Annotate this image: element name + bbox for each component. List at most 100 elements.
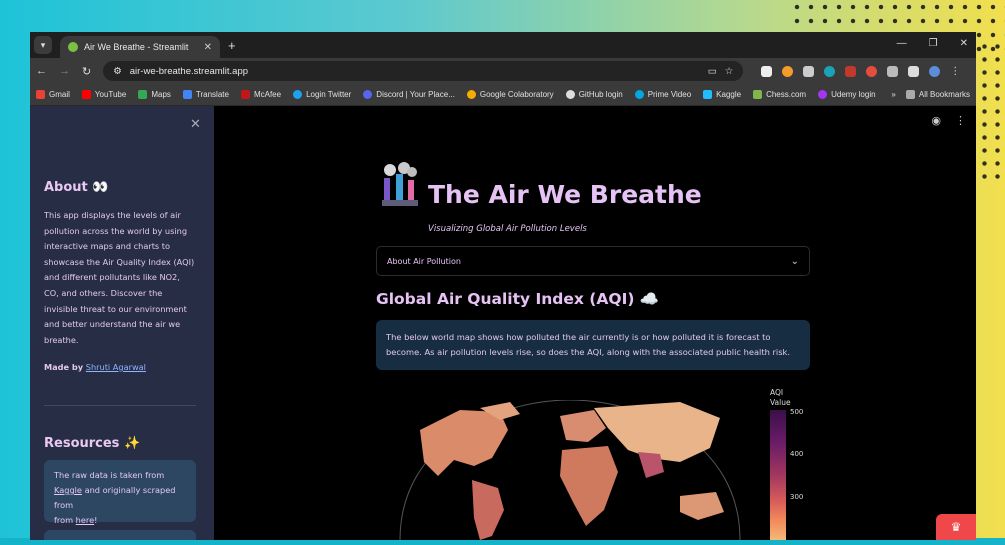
bookmark-chess[interactable]: Chess.com [753, 90, 806, 99]
about-heading: About 👀 [44, 180, 109, 195]
maps-icon [138, 90, 148, 99]
legend-title: AQI Value [770, 388, 791, 407]
github-icon[interactable]: ◉ [931, 114, 941, 127]
app-title: The Air We Breathe [428, 180, 702, 209]
minimize-icon[interactable]: — [897, 38, 907, 49]
twitter-icon [293, 90, 303, 99]
aqi-world-map[interactable] [380, 400, 760, 540]
made-by-label: Made by [44, 362, 84, 372]
factory-logo-icon [382, 162, 418, 206]
forward-icon[interactable]: → [59, 65, 70, 77]
made-by: Made by Shruti Agarwal [44, 362, 146, 372]
extension-icon[interactable] [761, 65, 773, 77]
kaggle-link[interactable]: Kaggle [54, 485, 82, 495]
author-link[interactable]: Shruti Agarwal [86, 362, 146, 372]
resources-card: The raw data is taken from Kaggle and or… [44, 460, 196, 525]
bookmark-youtube[interactable]: YouTube [81, 90, 126, 99]
here-link[interactable]: here [76, 515, 94, 525]
bookmark-star-icon[interactable]: ☆ [725, 66, 734, 77]
aqi-colorbar [770, 410, 786, 540]
browser-toolbar: ← → ↻ ⚙ air-we-breathe.streamlit.app ▭ ☆… [30, 58, 976, 84]
close-window-icon[interactable]: ✕ [960, 38, 968, 49]
window-controls: — ❐ ✕ [897, 38, 968, 49]
extension-icon[interactable] [824, 65, 836, 77]
extension-icon[interactable] [782, 65, 794, 77]
all-bookmarks-folder[interactable]: All Bookmarks [905, 90, 970, 99]
chevron-down-icon: ⌄ [790, 255, 799, 267]
bookmark-github[interactable]: GitHub login [565, 90, 623, 99]
map-region-north-america [420, 410, 508, 476]
aqi-section-title: Global Air Quality Index (AQI) ☁️ [376, 290, 660, 308]
streamlit-app: ✕ About 👀 This app displays the levels o… [30, 106, 976, 540]
crown-icon: ♛ [950, 520, 962, 534]
site-info-icon[interactable]: ⚙ [113, 66, 122, 77]
bookmark-twitter[interactable]: Login Twitter [293, 90, 351, 99]
map-region-asia [594, 402, 720, 462]
bookmarks-right: » All Bookmarks [891, 90, 970, 99]
map-region-south-america [472, 480, 504, 540]
bookmark-discord[interactable]: Discord | Your Place... [363, 90, 455, 99]
colab-icon [466, 90, 476, 99]
extensions: ⋮ [761, 65, 960, 77]
github-icon [565, 90, 575, 99]
restore-icon[interactable]: ❐ [929, 38, 938, 49]
prime-video-icon [634, 90, 644, 99]
bookmark-gmail[interactable]: Gmail [36, 90, 70, 99]
extension-icon[interactable] [845, 65, 857, 77]
url-text: air-we-breathe.streamlit.app [129, 65, 249, 77]
chess-icon [753, 90, 763, 99]
resources-heading: Resources ✨ [44, 436, 141, 451]
tab-search-icon[interactable]: ▾ [34, 36, 52, 54]
about-text: This app displays the levels of air poll… [44, 210, 195, 345]
resources-card-2 [44, 530, 196, 540]
mcafee-icon [240, 90, 250, 99]
extension-icon[interactable] [866, 65, 878, 77]
folder-icon [905, 90, 915, 99]
map-region-australia [680, 492, 724, 520]
app-menu-icon[interactable]: ⋮ [955, 114, 966, 127]
sidebar-divider [44, 405, 196, 406]
gmail-icon [36, 90, 45, 99]
legend-tick: 400 [790, 450, 804, 458]
tab-close-icon[interactable]: ✕ [204, 42, 212, 53]
sidebar-close-icon[interactable]: ✕ [190, 116, 201, 132]
back-icon[interactable]: ← [36, 65, 47, 77]
cast-icon[interactable]: ▭ [708, 66, 717, 77]
side-panel-icon[interactable] [908, 65, 920, 77]
about-air-pollution-expander[interactable]: About Air Pollution ⌄ [376, 246, 810, 276]
bookmark-udemy[interactable]: Udemy login [818, 90, 876, 99]
aqi-info-box: The below world map shows how polluted t… [376, 320, 810, 370]
bookmarks-bar: Gmail YouTube Maps Translate McAfee Logi… [30, 84, 976, 106]
menu-kebab-icon[interactable]: ⋮ [950, 66, 960, 77]
reload-icon[interactable]: ↻ [82, 65, 91, 78]
decor-dots-right [978, 40, 1005, 180]
app-header-icons: ◉ ⋮ [931, 114, 966, 127]
browser-tab[interactable]: Air We Breathe - Streamlit ✕ [60, 36, 220, 58]
new-tab-icon[interactable]: + [228, 38, 236, 53]
legend-tick: 500 [790, 408, 804, 416]
streamlit-favicon-icon [68, 42, 78, 52]
extension-icon[interactable] [803, 65, 815, 77]
profile-avatar-icon[interactable] [929, 65, 941, 77]
kaggle-icon [703, 90, 713, 99]
more-bookmarks-icon[interactable]: » [891, 90, 895, 99]
streamlit-crown-badge[interactable]: ♛ [936, 514, 976, 540]
tab-strip: ▾ Air We Breathe - Streamlit ✕ + — ❐ ✕ [30, 32, 976, 58]
bookmark-mcafee[interactable]: McAfee [240, 90, 281, 99]
bookmark-maps[interactable]: Maps [138, 90, 171, 99]
extensions-puzzle-icon[interactable] [887, 65, 899, 77]
expander-label: About Air Pollution [387, 256, 461, 266]
bookmark-colab[interactable]: Google Colaboratory [466, 90, 554, 99]
bookmark-translate[interactable]: Translate [182, 90, 229, 99]
map-region-south-asia [638, 452, 664, 478]
app-subtitle: Visualizing Global Air Pollution Levels [428, 224, 587, 234]
bookmark-prime-video[interactable]: Prime Video [634, 90, 691, 99]
youtube-icon [81, 90, 91, 99]
tab-title: Air We Breathe - Streamlit [84, 42, 189, 52]
legend-tick: 300 [790, 493, 804, 501]
bookmark-kaggle[interactable]: Kaggle [703, 90, 741, 99]
main-content: ◉ ⋮ The Air We Breathe Visualizing Globa… [214, 106, 976, 540]
sidebar: ✕ About 👀 This app displays the levels o… [30, 106, 214, 540]
address-bar[interactable]: ⚙ air-we-breathe.streamlit.app ▭ ☆ [103, 61, 744, 81]
browser-window: ▾ Air We Breathe - Streamlit ✕ + — ❐ ✕ ←… [30, 32, 976, 540]
